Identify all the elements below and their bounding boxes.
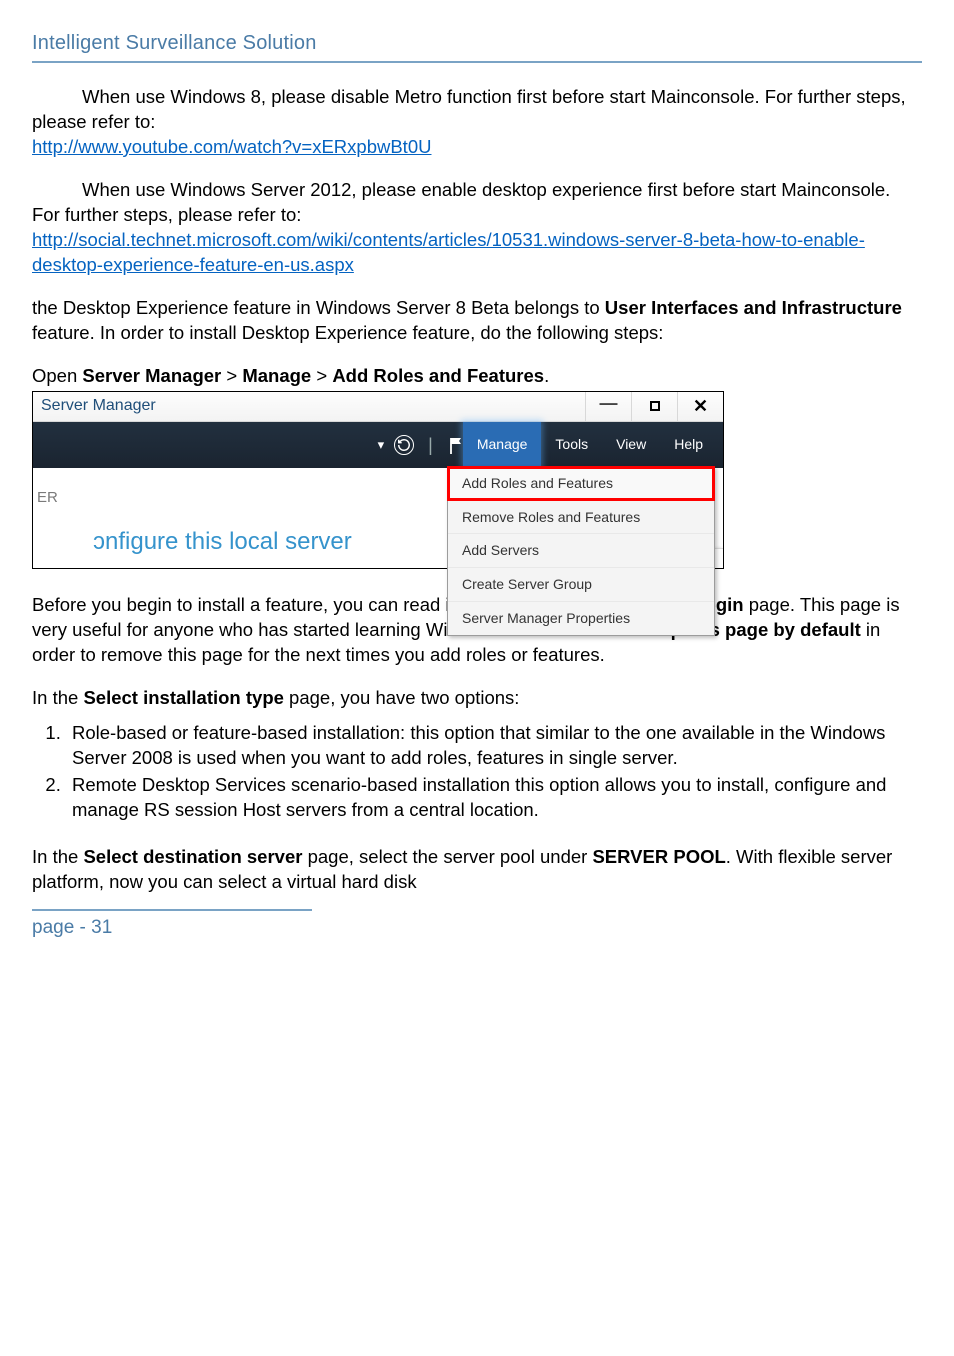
text: page, you have two options: (284, 687, 520, 708)
list-item: Role-based or feature-based installation… (66, 721, 922, 771)
text-bold: Select destination server (83, 846, 302, 867)
text: In the (32, 846, 83, 867)
minimize-button[interactable]: — (585, 392, 631, 421)
flag-icon[interactable] (449, 436, 463, 454)
maximize-button[interactable] (631, 392, 677, 421)
menu-item-create-group[interactable]: Create Server Group (448, 567, 714, 601)
text: page, select the server pool under (302, 846, 592, 867)
text-bold: SERVER POOL (592, 846, 725, 867)
paragraph: In the Select installation type page, yo… (32, 686, 922, 711)
maximize-icon (650, 401, 660, 411)
text: When use Windows 8, please disable Metro… (32, 86, 906, 132)
paragraph: When use Windows Server 2012, please ena… (32, 178, 922, 278)
text-bold: Server Manager (82, 365, 221, 386)
text: > (221, 365, 242, 386)
list-item: Remote Desktop Services scenario-based i… (66, 773, 922, 823)
refresh-icon[interactable] (394, 435, 414, 455)
text: > (311, 365, 332, 386)
menu-item-remove-roles[interactable]: Remove Roles and Features (448, 500, 714, 534)
sidebar-label: ER (37, 488, 93, 508)
text-bold: User Interfaces and Infrastructure (605, 297, 902, 318)
text: feature. In order to install Desktop Exp… (32, 322, 663, 343)
close-button[interactable]: ✕ (677, 392, 723, 421)
text: In the (32, 687, 83, 708)
menu-manage[interactable]: Manage (463, 422, 542, 468)
sidebar-fragment: ER (33, 468, 93, 568)
paragraph: When use Windows 8, please disable Metro… (32, 85, 922, 160)
menu-help[interactable]: Help (660, 422, 717, 468)
text: Open (32, 365, 82, 386)
separator: | (428, 433, 433, 457)
text-bold: Manage (242, 365, 311, 386)
menu-item-add-roles[interactable]: Add Roles and Features (448, 467, 714, 500)
window-title: Server Manager (33, 392, 585, 421)
menu-view[interactable]: View (602, 422, 660, 468)
manage-dropdown: Add Roles and Features Remove Roles and … (447, 466, 715, 636)
options-list: Role-based or feature-based installation… (32, 721, 922, 823)
footer-rule (32, 909, 312, 911)
screenshot-server-manager: Server Manager — ✕ ▾ | Manage Tools View… (32, 391, 724, 569)
menu-item-properties[interactable]: Server Manager Properties (448, 601, 714, 635)
text: When use Windows Server 2012, please ena… (32, 179, 890, 225)
page-number: page - 31 (32, 915, 922, 941)
toolbar: ▾ | Manage Tools View Help Add Roles and… (33, 422, 723, 468)
youtube-link[interactable]: http://www.youtube.com/watch?v=xERxpbwBt… (32, 136, 431, 157)
menu-item-add-servers[interactable]: Add Servers (448, 533, 714, 567)
text-bold: Add Roles and Features (332, 365, 544, 386)
paragraph: the Desktop Experience feature in Window… (32, 296, 922, 346)
close-icon: ✕ (693, 394, 708, 418)
text: . (544, 365, 549, 386)
minimize-icon: — (600, 398, 618, 414)
text-bold: Select installation type (83, 687, 283, 708)
text: the Desktop Experience feature in Window… (32, 297, 605, 318)
breadcrumb-instruction: Open Server Manager > Manage > Add Roles… (32, 364, 922, 389)
page-header: Intelligent Surveillance Solution (32, 30, 922, 63)
dropdown-arrow-icon[interactable]: ▾ (378, 436, 385, 454)
technet-link[interactable]: http://social.technet.microsoft.com/wiki… (32, 229, 865, 275)
paragraph: In the Select destination server page, s… (32, 845, 922, 895)
menu-tools[interactable]: Tools (541, 422, 602, 468)
window-titlebar: Server Manager — ✕ (33, 392, 723, 422)
menu-bar: Manage Tools View Help (463, 422, 717, 468)
